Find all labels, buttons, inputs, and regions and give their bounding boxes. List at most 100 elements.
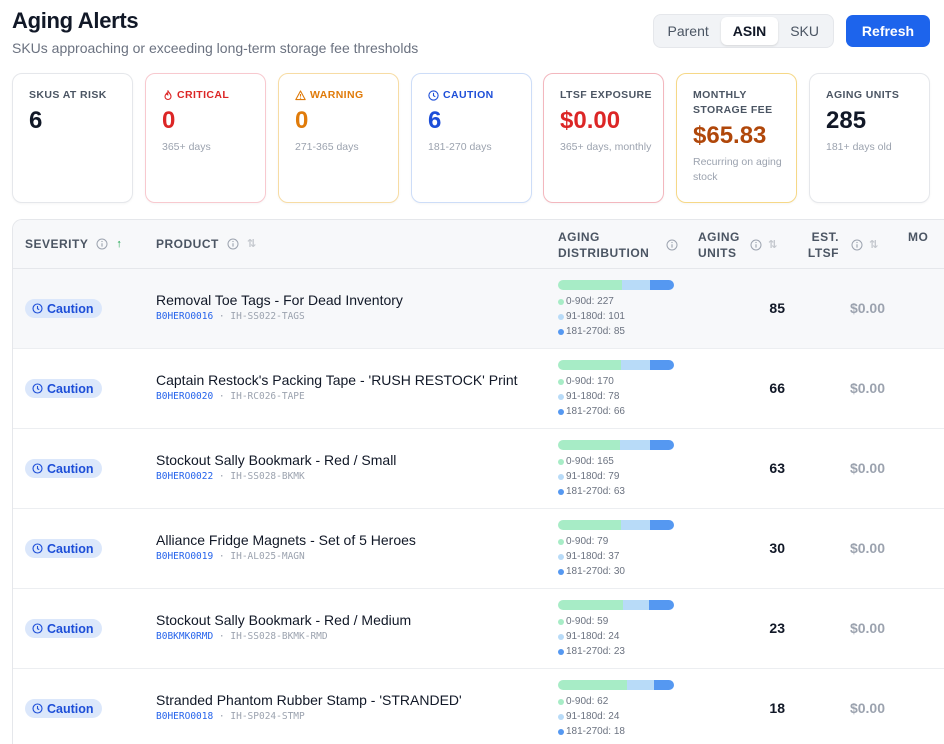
table-row[interactable]: Caution Alliance Fridge Magnets - Set of … — [13, 509, 944, 589]
aging-legend: 0-90d: 79 91-180d: 37 181-270d: 30 — [558, 534, 676, 579]
legend-0-90d: 0-90d: 165 — [558, 454, 676, 469]
card-value: 0 — [295, 107, 309, 134]
toggle-asin[interactable]: ASIN — [720, 17, 779, 45]
product-name[interactable]: Stranded Phantom Rubber Stamp - 'STRANDE… — [156, 692, 462, 708]
sort-asc-icon[interactable]: ↑ — [116, 236, 122, 252]
card-label: CAUTION — [428, 88, 531, 103]
legend-0-90d: 0-90d: 170 — [558, 374, 676, 389]
bar-segment-0-90d — [558, 600, 623, 610]
clock-icon — [32, 303, 43, 314]
sort-icon[interactable]: ⇅ — [247, 236, 257, 252]
card-value: 285 — [826, 107, 867, 134]
aging-distribution: 0-90d: 59 91-180d: 24 181-270d: 23 — [558, 600, 676, 659]
aging-bar — [558, 520, 674, 530]
info-icon[interactable] — [851, 239, 863, 251]
table-row[interactable]: Caution Stranded Phantom Rubber Stamp - '… — [13, 669, 944, 744]
column-aging-distribution[interactable]: AGING DISTRIBUTION — [558, 229, 678, 261]
est-ltsf-value: $0.00 — [849, 700, 885, 716]
legend-0-90d: 0-90d: 59 — [558, 614, 676, 629]
sort-icon[interactable]: ⇅ — [768, 237, 778, 253]
column-aging-units[interactable]: AGING UNITS ⇅ — [698, 229, 788, 261]
product-name[interactable]: Stockout Sally Bookmark - Red / Small — [156, 452, 396, 468]
toggle-sku[interactable]: SKU — [778, 17, 831, 45]
legend-dot — [558, 488, 564, 495]
product-name[interactable]: Stockout Sally Bookmark - Red / Medium — [156, 612, 411, 628]
product-name[interactable]: Removal Toe Tags - For Dead Inventory — [156, 292, 403, 308]
summary-cards: SKUS AT RISK 6 CRITICAL 0 365+ days WARN… — [12, 73, 932, 203]
legend-dot — [558, 553, 564, 560]
est-ltsf-value: $0.00 — [849, 380, 885, 396]
asin-link[interactable]: B0HERO0016 — [156, 311, 213, 322]
est-ltsf-value: $0.00 — [849, 460, 885, 476]
info-icon[interactable] — [750, 239, 762, 251]
product-name[interactable]: Alliance Fridge Magnets - Set of 5 Heroe… — [156, 532, 416, 548]
bar-segment-181-270d — [653, 680, 674, 690]
info-icon[interactable] — [96, 238, 108, 250]
sku-code: IH-SS028-BKMK-RMD — [230, 631, 328, 642]
column-severity[interactable]: SEVERITY ↑ — [25, 236, 122, 252]
legend-0-90d: 0-90d: 62 — [558, 694, 676, 709]
card-value: $0.00 — [560, 107, 621, 134]
bar-segment-91-180d — [620, 520, 651, 530]
legend-91-180d: 91-180d: 79 — [558, 469, 676, 484]
legend-181-270d: 181-270d: 23 — [558, 644, 676, 659]
legend-dot — [558, 618, 564, 625]
bar-segment-0-90d — [558, 520, 621, 530]
card-sub: 181-270 days — [428, 141, 492, 153]
card-label: SKUS AT RISK — [29, 89, 107, 101]
table-row[interactable]: Caution Stockout Sally Bookmark - Red / S… — [13, 429, 944, 509]
column-monthly[interactable]: MO — [908, 229, 928, 245]
aging-legend: 0-90d: 62 91-180d: 24 181-270d: 18 — [558, 694, 676, 739]
sort-icon[interactable]: ⇅ — [869, 237, 879, 253]
aging-distribution: 0-90d: 79 91-180d: 37 181-270d: 30 — [558, 520, 676, 579]
card-sub: 181+ days old — [826, 141, 892, 153]
separator: · — [213, 391, 231, 402]
warning-triangle-icon — [295, 90, 306, 101]
asin-link[interactable]: B0HERO0022 — [156, 471, 213, 482]
legend-181-270d: 181-270d: 63 — [558, 484, 676, 499]
legend-91-180d: 91-180d: 37 — [558, 549, 676, 564]
info-icon[interactable] — [227, 238, 239, 250]
card-aging-units: AGING UNITS 285 181+ days old — [809, 73, 930, 203]
card-sub: 271-365 days — [295, 141, 359, 153]
product-ids: B0HERO0022 · IH-SS028-BKMK — [156, 471, 305, 482]
card-sub: Recurring on aging stock — [693, 156, 782, 183]
sku-code: IH-SP024-STMP — [230, 711, 305, 722]
product-ids: B0HERO0018 · IH-SP024-STMP — [156, 711, 305, 722]
asin-link[interactable]: B0BKMK0RMD — [156, 631, 213, 642]
card-critical: CRITICAL 0 365+ days — [145, 73, 266, 203]
table-header: SEVERITY ↑ PRODUCT ⇅ AGING DISTRIBUTION … — [13, 220, 944, 269]
legend-dot — [558, 728, 564, 735]
asin-link[interactable]: B0HERO0019 — [156, 551, 213, 562]
est-ltsf-value: $0.00 — [849, 540, 885, 556]
card-label: LTSF EXPOSURE — [560, 89, 652, 101]
severity-badge: Caution — [25, 619, 102, 638]
info-icon[interactable] — [666, 239, 678, 251]
aging-legend: 0-90d: 59 91-180d: 24 181-270d: 23 — [558, 614, 676, 659]
aging-units-value: 18 — [769, 700, 785, 716]
aging-bar — [558, 280, 674, 290]
product-name[interactable]: Captain Restock's Packing Tape - 'RUSH R… — [156, 372, 518, 388]
asin-link[interactable]: B0HERO0018 — [156, 711, 213, 722]
aging-units-value: 66 — [769, 380, 785, 396]
legend-91-180d: 91-180d: 78 — [558, 389, 676, 404]
bar-segment-181-270d — [650, 280, 674, 290]
flame-icon — [162, 90, 173, 101]
card-ltsf-exposure: LTSF EXPOSURE $0.00 365+ days, monthly — [543, 73, 664, 203]
column-product[interactable]: PRODUCT ⇅ — [156, 236, 257, 252]
separator: · — [213, 711, 231, 722]
separator: · — [213, 551, 231, 562]
table-row[interactable]: Caution Removal Toe Tags - For Dead Inven… — [13, 269, 944, 349]
aging-units-value: 30 — [769, 540, 785, 556]
legend-dot — [558, 393, 564, 400]
toggle-parent[interactable]: Parent — [656, 17, 721, 45]
table-row[interactable]: Caution Captain Restock's Packing Tape - … — [13, 349, 944, 429]
bar-segment-0-90d — [558, 360, 621, 370]
sku-code: IH-RC026-TAPE — [230, 391, 305, 402]
refresh-button[interactable]: Refresh — [846, 15, 930, 47]
asin-link[interactable]: B0HERO0020 — [156, 391, 213, 402]
table-row[interactable]: Caution Stockout Sally Bookmark - Red / M… — [13, 589, 944, 669]
aging-bar — [558, 440, 674, 450]
column-est-ltsf[interactable]: EST. LTSF ⇅ — [807, 229, 887, 261]
aging-distribution: 0-90d: 170 91-180d: 78 181-270d: 66 — [558, 360, 676, 419]
